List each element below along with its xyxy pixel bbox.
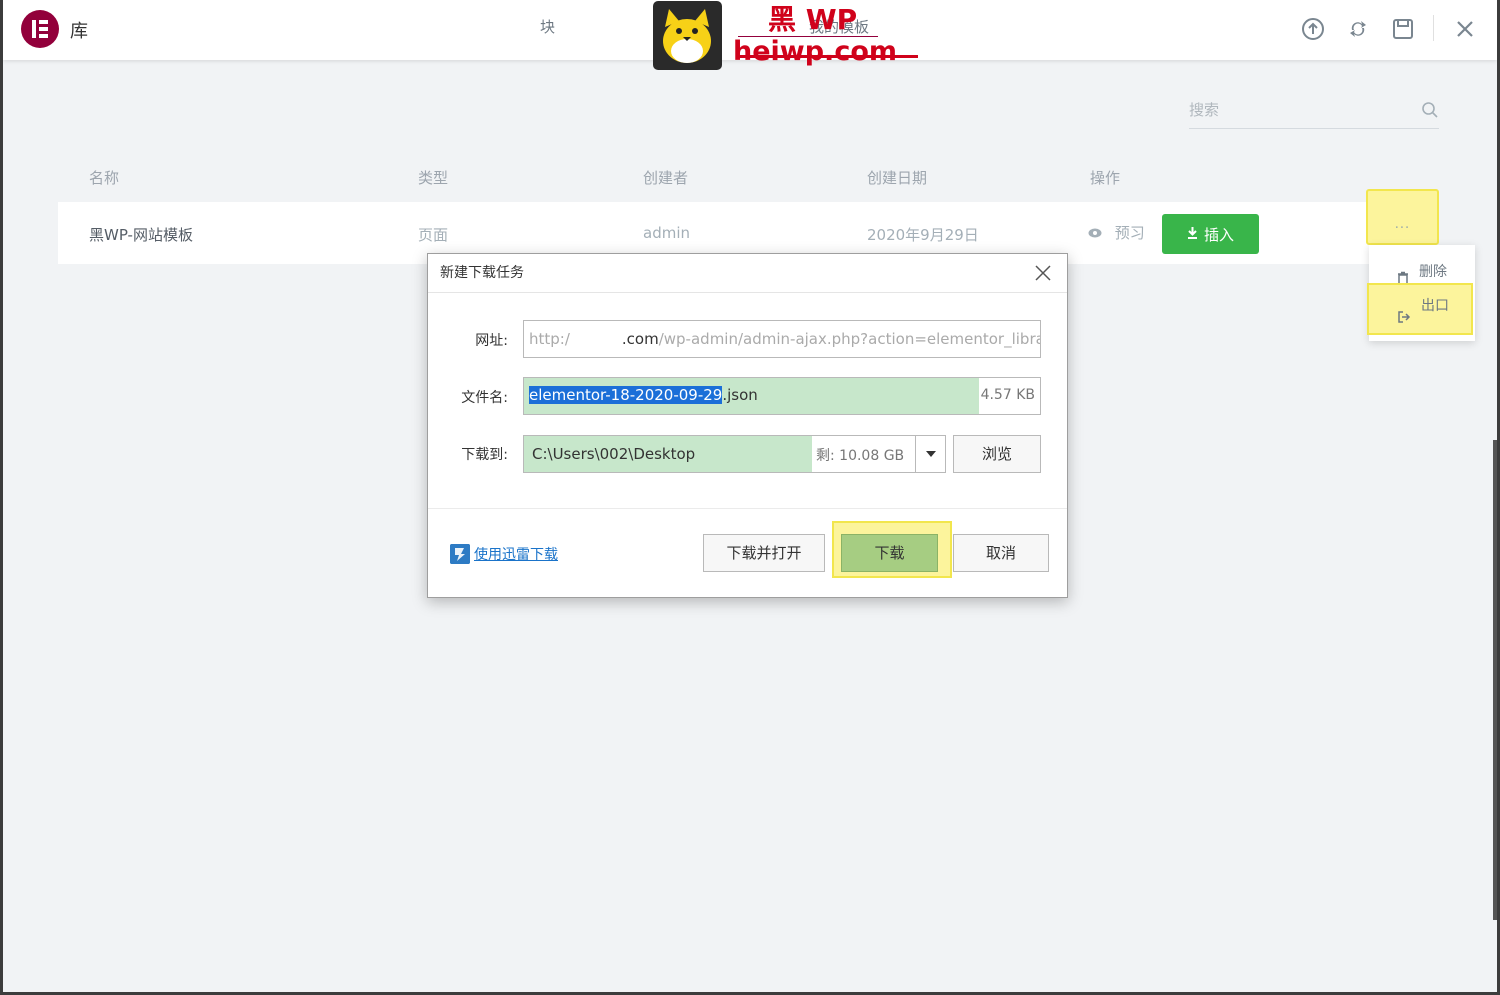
saveto-label: 下载到: — [461, 447, 508, 463]
insert-label: 插入 — [1203, 225, 1234, 244]
saveto-path-value: C:\Users\002\Desktop — [532, 445, 696, 463]
column-header-date[interactable]: 创建日期 — [867, 167, 927, 188]
preview-label: 预习 — [1114, 224, 1145, 242]
watermark: 黑 WP heiwp.com — [653, 0, 918, 70]
thunder-icon — [450, 544, 470, 564]
dialog-title: 新建下载任务 — [440, 265, 524, 281]
filename-selected-text: elementor-18-2020-09-29 — [529, 386, 723, 404]
menu-item-export-label: 出口 — [1421, 298, 1449, 314]
filename-label: 文件名: — [461, 390, 508, 406]
dialog-footer-divider — [428, 508, 1067, 509]
free-space: 剩: 10.08 GB — [816, 448, 905, 464]
new-download-dialog: 新建下载任务 网址: http:/ .com/wp-admin/admin-aja… — [427, 253, 1068, 598]
library-title: 库 — [70, 21, 88, 42]
elementor-logo-icon — [21, 10, 59, 48]
cancel-button[interactable]: 取消 — [953, 534, 1049, 572]
filename-extension: .json — [722, 386, 758, 404]
preview-button[interactable]: 预习 — [1088, 222, 1145, 243]
template-date: 2020年9月29日 — [867, 226, 979, 244]
search-box — [1189, 96, 1439, 129]
thunder-download-link[interactable]: 使用迅雷下载 — [450, 544, 558, 564]
menu-item-export[interactable]: 出口 — [1367, 283, 1473, 335]
path-dropdown-button[interactable] — [915, 436, 945, 472]
url-field[interactable]: http:/ .com/wp-admin/admin-ajax.php?actio… — [523, 320, 1041, 358]
upload-icon[interactable] — [1299, 15, 1327, 43]
watermark-underline — [738, 55, 918, 58]
dialog-close-icon[interactable] — [1034, 264, 1052, 282]
download-and-open-button[interactable]: 下载并打开 — [703, 534, 825, 572]
column-header-actions: 操作 — [1090, 169, 1121, 187]
watermark-url: heiwp.com — [733, 36, 898, 67]
watermark-logo-icon — [653, 1, 722, 70]
filename-field[interactable]: elementor-18-2020-09-29.json 4.57 KB — [523, 377, 1041, 415]
thunder-link-label: 使用迅雷下载 — [474, 547, 558, 563]
export-icon — [1397, 299, 1411, 323]
url-label: 网址: — [475, 333, 508, 349]
search-input[interactable] — [1189, 96, 1409, 124]
save-icon[interactable] — [1389, 15, 1417, 43]
url-prefix: http:/ — [529, 330, 570, 348]
insert-button[interactable]: 插入 — [1162, 214, 1259, 254]
close-icon[interactable] — [1451, 15, 1479, 43]
template-author: admin — [643, 224, 690, 242]
template-context-menu: 删除 出口 — [1367, 245, 1475, 341]
url-path: /wp-admin/admin-ajax.php?action=elemento… — [658, 330, 1041, 348]
watermark-text-cn: 黑 WP — [768, 3, 858, 36]
tab-blocks[interactable]: 块 — [540, 16, 555, 37]
url-redacted — [569, 332, 622, 347]
column-header-name[interactable]: 名称 — [89, 167, 119, 188]
search-icon[interactable] — [1421, 101, 1439, 119]
template-name: 黑WP-网站模板 — [89, 226, 193, 244]
more-options-button[interactable]: ... — [1366, 189, 1439, 245]
url-domain-tail: .com — [621, 330, 659, 348]
file-size: 4.57 KB — [980, 387, 1035, 403]
chevron-down-icon — [926, 451, 936, 457]
column-header-author[interactable]: 创建者 — [643, 167, 688, 188]
sync-icon[interactable] — [1344, 15, 1372, 43]
eye-icon — [1088, 224, 1104, 242]
download-arrow-icon — [1187, 225, 1198, 243]
column-header-type[interactable]: 类型 — [418, 167, 448, 188]
filename-value: elementor-18-2020-09-29.json — [529, 386, 758, 404]
download-button[interactable]: 下载 — [841, 534, 938, 572]
saveto-path-field[interactable]: C:\Users\002\Desktop 剩: 10.08 GB — [523, 435, 946, 473]
dialog-title-divider — [428, 292, 1067, 293]
header-divider — [1433, 15, 1434, 41]
browse-button[interactable]: 浏览 — [953, 435, 1041, 473]
menu-item-delete-label: 删除 — [1419, 264, 1447, 280]
window-edge — [1493, 440, 1497, 920]
library-header: 库 块 我的模板 黑 WP heiwp.com — [3, 0, 1497, 70]
template-type: 页面 — [418, 226, 449, 244]
trash-icon — [1396, 265, 1410, 285]
